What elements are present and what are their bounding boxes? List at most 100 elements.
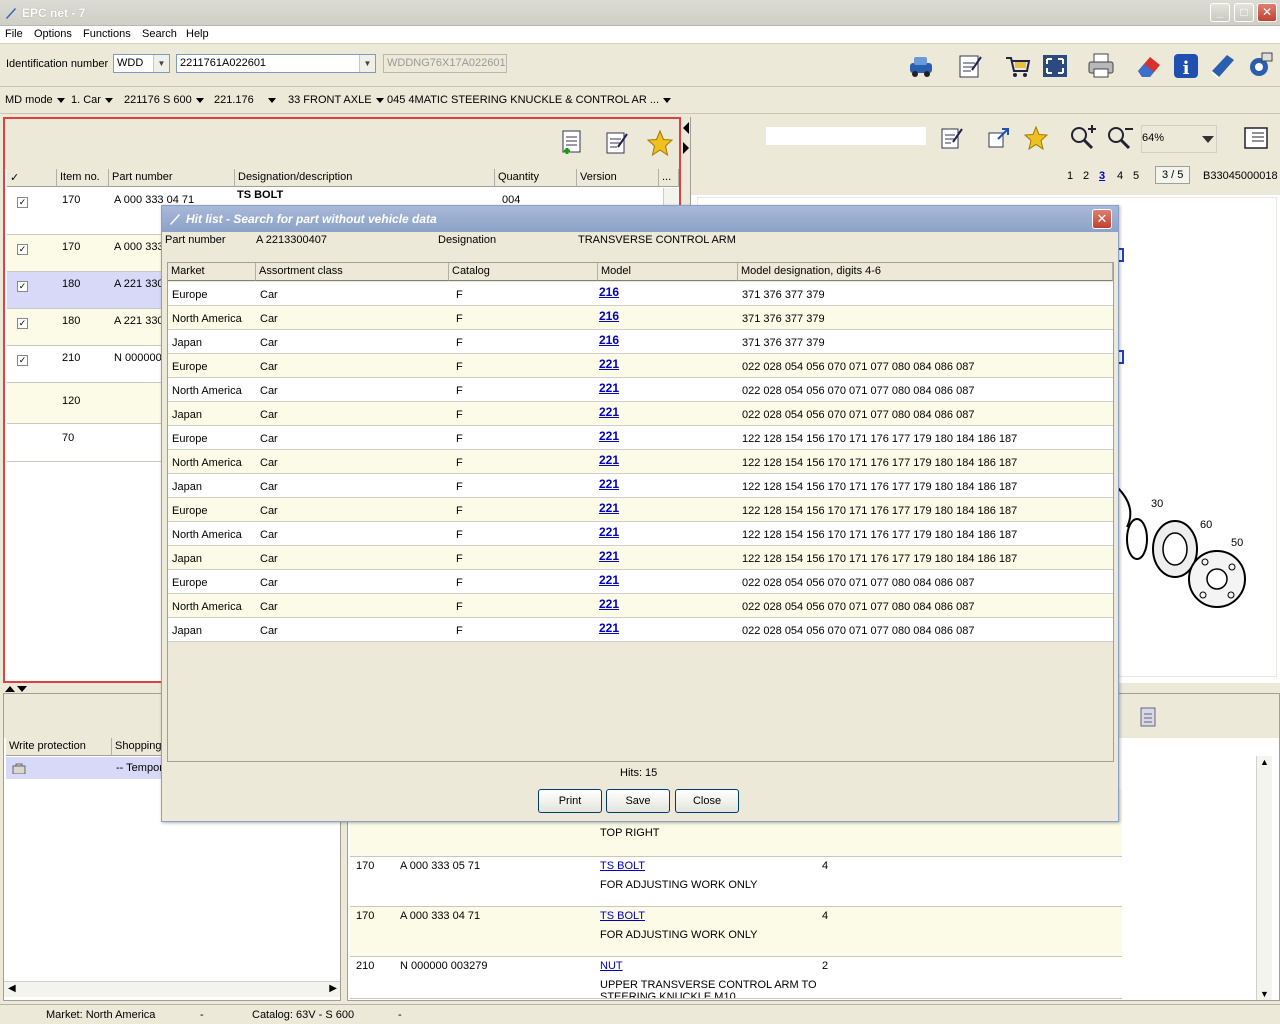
zoom-out-icon[interactable] [1106, 125, 1134, 151]
settings-icon[interactable] [1244, 51, 1274, 81]
page-link-3[interactable]: 3 [1099, 170, 1105, 182]
favorite-star-icon[interactable] [1023, 125, 1049, 151]
table-row[interactable]: North America Car F 221 022 028 054 056 070 … [168, 378, 1113, 402]
maximize-button[interactable]: □ [1234, 3, 1254, 22]
chevron-down-icon[interactable]: ▼ [359, 55, 375, 72]
table-row[interactable]: Europe Car F 221 022 028 054 056 070 071 077… [168, 354, 1113, 378]
vehicle-icon[interactable] [906, 51, 936, 81]
parts-list-icon[interactable] [1242, 125, 1270, 151]
col-more[interactable]: ... [659, 169, 679, 187]
table-row[interactable]: 170 A 000 333 04 71 TS BOLT FOR ADJUSTIN… [350, 907, 1122, 957]
splitter-collapse-icon[interactable] [682, 120, 690, 160]
info-icon[interactable]: i [1171, 51, 1201, 81]
nav-mode[interactable]: MD mode [5, 94, 65, 106]
table-row[interactable]: Japan Car F 221 022 028 054 056 070 071 077 … [168, 618, 1113, 642]
callout-30[interactable]: 30 [1151, 498, 1163, 510]
col-model[interactable]: Model [598, 263, 738, 281]
save-button[interactable]: Save [606, 789, 670, 813]
table-row[interactable]: Japan Car F 216 371 376 377 379 [168, 330, 1113, 354]
minimize-button[interactable]: _ [1210, 3, 1230, 22]
table-row[interactable]: North America Car F 216 371 376 377 379 [168, 306, 1113, 330]
part-designation-link[interactable]: TS BOLT [600, 860, 645, 872]
model-link[interactable]: 221 [599, 621, 619, 635]
menu-options[interactable]: Options [34, 28, 72, 40]
zoom-in-icon[interactable] [1069, 125, 1097, 151]
part-designation-link[interactable]: NUT [600, 960, 623, 972]
nav-vehicle[interactable]: 1. Car [71, 94, 113, 106]
model-link[interactable]: 216 [599, 309, 619, 323]
chevron-down-icon[interactable]: ▼ [153, 55, 169, 72]
scroll-up-icon[interactable]: ▲ [1260, 757, 1269, 767]
table-row[interactable]: North America Car F 221 122 128 154 156 170 … [168, 522, 1113, 546]
menu-functions[interactable]: Functions [83, 28, 131, 40]
menu-file[interactable]: File [5, 28, 23, 40]
col-version[interactable]: Version [577, 169, 659, 187]
help-book-icon[interactable] [1207, 51, 1237, 81]
favorite-star-icon[interactable] [646, 129, 674, 157]
nav-subgroup[interactable]: 045 4MATIC STEERING KNUCKLE & CONTROL AR… [387, 94, 672, 106]
table-row[interactable]: Europe Car F 221 122 128 154 156 170 171 176… [168, 426, 1113, 450]
add-document-icon[interactable] [558, 129, 586, 157]
part-designation-link[interactable]: TS BOLT [600, 910, 645, 922]
col-assortment-class[interactable]: Assortment class [256, 263, 449, 281]
expand-icon[interactable] [986, 125, 1012, 151]
notepad-icon[interactable] [603, 129, 631, 157]
row-checkbox[interactable]: ✓ [17, 197, 28, 208]
scroll-left-icon[interactable]: ◀ [8, 983, 16, 994]
window-close-button[interactable]: ✕ [1257, 3, 1277, 22]
id-number-input[interactable]: 2211761A022601 ▼ [176, 54, 376, 73]
row-checkbox[interactable]: ✓ [17, 244, 28, 255]
table-row[interactable]: Japan Car F 221 122 128 154 156 170 171 176 … [168, 474, 1113, 498]
nav-model[interactable]: 221176 S 600 [124, 94, 204, 106]
shopping-cart-icon[interactable] [1003, 51, 1033, 81]
row-checkbox[interactable]: ✓ [17, 281, 28, 292]
model-link[interactable]: 216 [599, 333, 619, 347]
id-prefix-select[interactable]: WDD ▼ [113, 54, 170, 73]
model-link[interactable]: 221 [599, 381, 619, 395]
col-model-designation[interactable]: Model designation, digits 4-6 [738, 263, 1113, 281]
model-link[interactable]: 221 [599, 597, 619, 611]
table-row[interactable]: Japan Car F 221 122 128 154 156 170 171 176 … [168, 546, 1113, 570]
table-row[interactable]: Europe Car F 221 022 028 054 056 070 071 077… [168, 570, 1113, 594]
col-check[interactable]: ✓ [7, 169, 57, 187]
table-row[interactable]: Europe Car F 216 371 376 377 379 [168, 282, 1113, 306]
dialog-close-button[interactable]: ✕ [1092, 209, 1112, 229]
model-link[interactable]: 216 [599, 285, 619, 299]
table-row[interactable]: North America Car F 221 122 128 154 156 170 … [168, 450, 1113, 474]
model-link[interactable]: 221 [599, 477, 619, 491]
model-link[interactable]: 221 [599, 573, 619, 587]
page-link-5[interactable]: 5 [1133, 170, 1139, 182]
menu-search[interactable]: Search [142, 28, 177, 40]
model-link[interactable]: 221 [599, 525, 619, 539]
model-link[interactable]: 221 [599, 405, 619, 419]
nav-model2[interactable]: 221.176 [214, 94, 276, 106]
fullscreen-icon[interactable] [1040, 51, 1070, 81]
document-icon[interactable] [1138, 706, 1160, 728]
model-link[interactable]: 221 [599, 429, 619, 443]
col-designation[interactable]: Designation/description [235, 169, 495, 187]
table-row[interactable]: North America Car F 221 022 028 054 056 070 … [168, 594, 1113, 618]
model-link[interactable]: 221 [599, 453, 619, 467]
dialog-title-bar[interactable]: Hit list - Search for part without vehic… [162, 206, 1118, 232]
scroll-down-icon[interactable]: ▼ [1260, 989, 1269, 999]
notepad-icon[interactable] [939, 125, 965, 151]
page-link-4[interactable]: 4 [1117, 170, 1123, 182]
zoom-select[interactable]: 64% [1141, 125, 1217, 153]
model-link[interactable]: 221 [599, 357, 619, 371]
table-row[interactable]: 210 N 000000 003279 NUT UPPER TRANSVERSE… [350, 957, 1122, 999]
menu-help[interactable]: Help [186, 28, 209, 40]
vertical-scrollbar[interactable]: ▲ ▼ [1256, 756, 1272, 1000]
model-link[interactable]: 221 [599, 501, 619, 515]
close-button[interactable]: Close [675, 789, 739, 813]
nav-group[interactable]: 33 FRONT AXLE [288, 94, 384, 106]
print-button[interactable]: Print [538, 789, 602, 813]
table-row[interactable]: Europe Car F 221 122 128 154 156 170 171 176… [168, 498, 1113, 522]
splitter-arrows-icon[interactable] [3, 684, 27, 693]
col-item-no[interactable]: Item no. [57, 169, 109, 187]
page-link-2[interactable]: 2 [1083, 170, 1089, 182]
eraser-icon[interactable] [1134, 51, 1164, 81]
print-icon[interactable] [1086, 51, 1116, 81]
col-part-number[interactable]: Part number [109, 169, 235, 187]
col-quantity[interactable]: Quantity [495, 169, 577, 187]
row-checkbox[interactable]: ✓ [17, 318, 28, 329]
